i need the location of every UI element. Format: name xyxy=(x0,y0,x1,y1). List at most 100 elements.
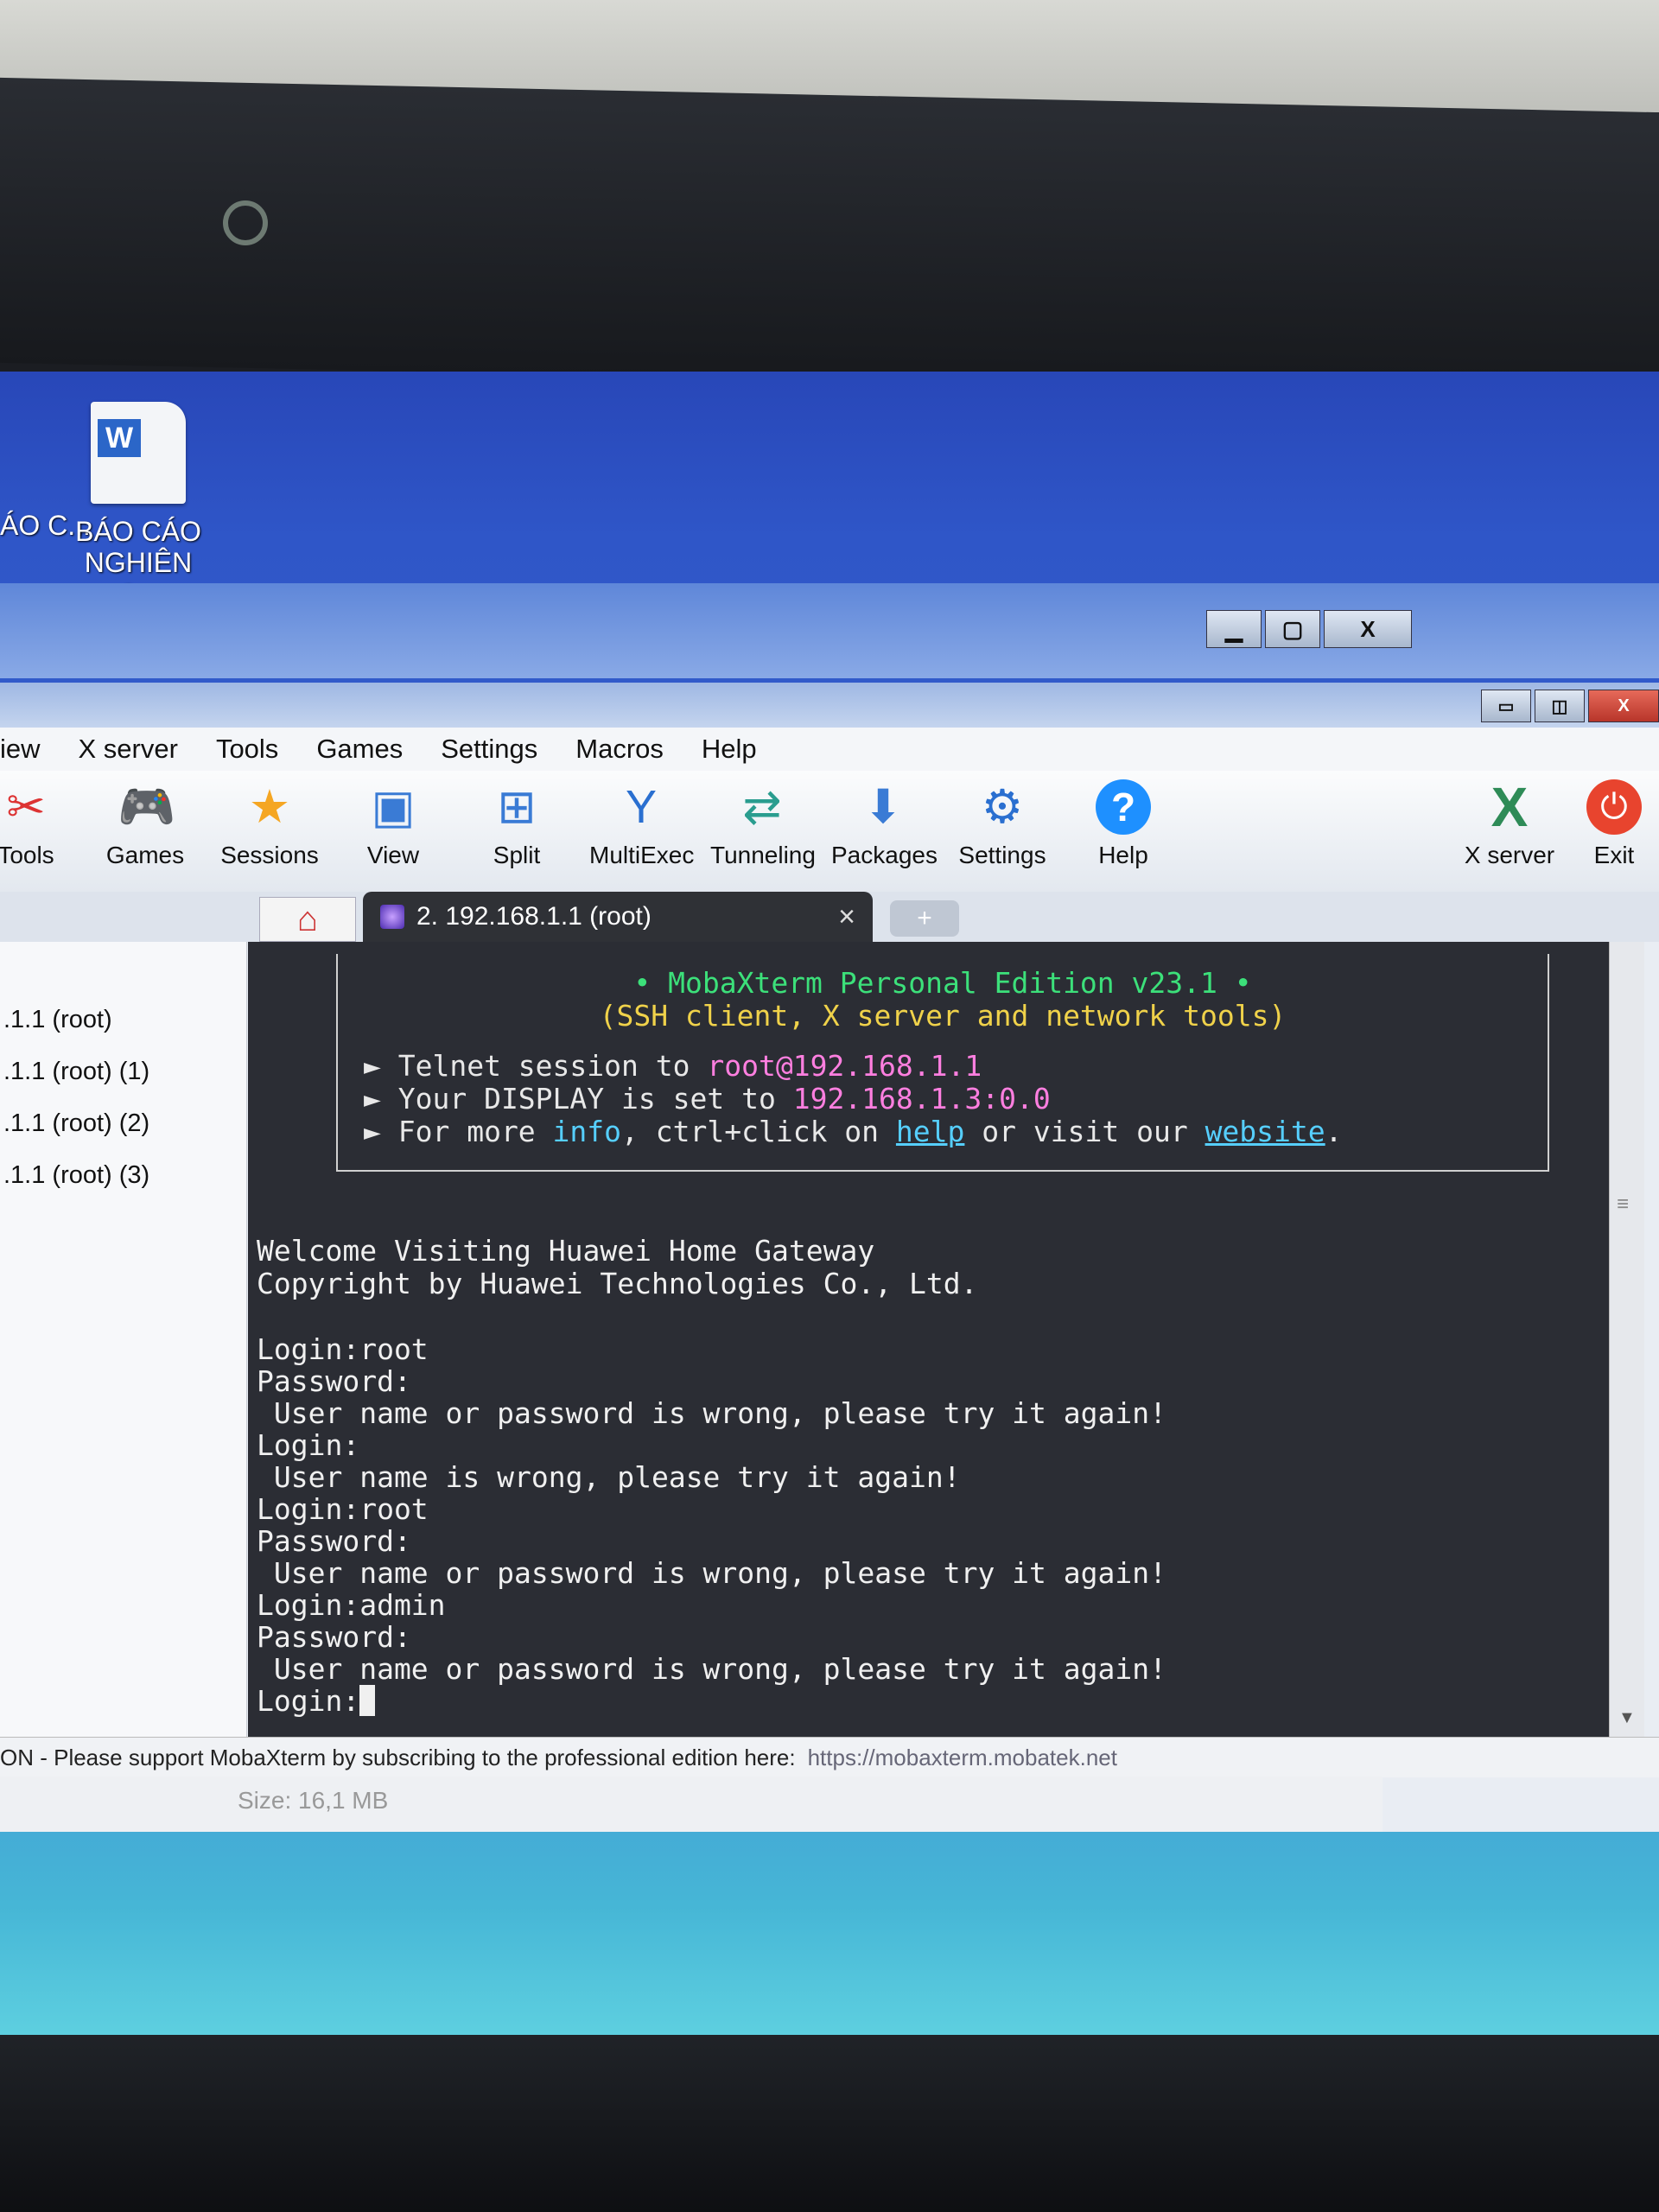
xserver-button[interactable]: X X server xyxy=(1453,771,1566,869)
sessions-sidebar: .1.1 (root) .1.1 (root) (1) .1.1 (root) … xyxy=(0,942,247,1737)
settings-button[interactable]: ⚙ Settings xyxy=(950,771,1054,869)
background-window-status: Size: 16,1 MB xyxy=(0,1777,1382,1832)
packages-icon: ⬇ xyxy=(863,781,903,833)
gear-icon: ⚙ xyxy=(981,781,1024,833)
monitor-bezel-bottom xyxy=(0,2035,1659,2212)
welcome-banner: • MobaXterm Personal Edition v23.1 • (SS… xyxy=(336,954,1549,1172)
session-item[interactable]: .1.1 (root) xyxy=(0,994,246,1046)
tunneling-icon: ⇄ xyxy=(742,781,782,833)
xserver-label: X server xyxy=(1464,842,1555,868)
banner-subtitle: (SSH client, X server and network tools) xyxy=(599,999,1287,1033)
menu-settings[interactable]: Settings xyxy=(422,734,556,765)
menu-macros[interactable]: Macros xyxy=(556,734,683,765)
terminal-line: User name or password is wrong, please t… xyxy=(257,1652,1166,1686)
file-size-text: Size: 16,1 MB xyxy=(238,1787,389,1814)
window-titlebar: ▭ ◫ X xyxy=(0,683,1659,728)
exit-button[interactable]: ⏻ Exit xyxy=(1571,771,1657,869)
sessions-button[interactable]: ★ Sessions xyxy=(218,771,321,869)
close-tab-icon[interactable]: × xyxy=(821,900,873,934)
help-label: Help xyxy=(1098,842,1148,868)
help-button[interactable]: ? Help xyxy=(1071,771,1175,869)
home-tab[interactable]: ⌂ xyxy=(259,897,356,942)
terminal-line: Password: xyxy=(257,1524,411,1558)
split-button[interactable]: ⊞ Split xyxy=(465,771,569,869)
exit-label: Exit xyxy=(1593,842,1635,868)
multiexec-icon: Y xyxy=(625,781,658,833)
tunneling-button[interactable]: ⇄ Tunneling xyxy=(710,771,816,869)
menu-bar: iew X server Tools Games Settings Macros… xyxy=(0,728,1659,771)
games-button[interactable]: 🎮 Games xyxy=(93,771,197,869)
terminal-prompt-line[interactable]: Login: xyxy=(257,1684,376,1718)
terminal-line: Login:admin xyxy=(257,1588,446,1622)
desktop-icon-word-doc[interactable]: W BÁO CÁO NGHIÊN C... xyxy=(60,402,216,609)
tab-bar: ⌂ 2. 192.168.1.1 (root) × + xyxy=(0,892,1659,942)
menu-xserver[interactable]: X server xyxy=(60,734,197,765)
menu-help[interactable]: Help xyxy=(683,734,776,765)
banner-line-session: ► Telnet session to root@192.168.1.1 xyxy=(364,1049,982,1083)
word-document-icon: W xyxy=(91,402,186,504)
terminal-line: User name or password is wrong, please t… xyxy=(257,1556,1166,1590)
session-item[interactable]: .1.1 (root) (2) xyxy=(0,1097,246,1149)
tunneling-label: Tunneling xyxy=(710,842,816,868)
terminal-line: Password: xyxy=(257,1364,411,1398)
menu-view[interactable]: iew xyxy=(0,734,60,765)
status-bar: ON - Please support MobaXterm by subscri… xyxy=(0,1737,1659,1777)
minimize-button[interactable]: ▁ xyxy=(1206,610,1262,648)
settings-label: Settings xyxy=(958,842,1046,868)
main-toolbar: ✂ Tools 🎮 Games ★ Sessions ▣ View ⊞ Spli… xyxy=(0,771,1659,892)
session-icon xyxy=(380,905,404,929)
menu-tools[interactable]: Tools xyxy=(197,734,297,765)
view-label: View xyxy=(366,842,420,868)
terminal-line: Copyright by Huawei Technologies Co., Lt… xyxy=(257,1267,978,1300)
scroll-grip-icon: ≡ xyxy=(1617,1192,1630,1216)
minimize-button[interactable]: ▭ xyxy=(1481,690,1531,722)
session-item[interactable]: .1.1 (root) (3) xyxy=(0,1149,246,1201)
background-window-controls: ▁ ▢ X xyxy=(1206,610,1412,648)
terminal-line: Welcome Visiting Huawei Home Gateway xyxy=(257,1234,875,1268)
terminal-line: Password: xyxy=(257,1620,411,1654)
website-link[interactable]: website xyxy=(1205,1115,1325,1148)
info-link[interactable]: info xyxy=(553,1115,621,1148)
help-link[interactable]: help xyxy=(896,1115,964,1148)
terminal-scrollbar[interactable]: ≡ ▼ xyxy=(1609,942,1644,1737)
new-tab-button[interactable]: + xyxy=(890,900,959,937)
session-item[interactable]: .1.1 (root) (1) xyxy=(0,1046,246,1097)
display-value: 192.168.1.3:0.0 xyxy=(792,1082,1051,1116)
tab-session-192-168-1-1[interactable]: 2. 192.168.1.1 (root) × xyxy=(363,892,873,942)
maximize-button[interactable]: ▢ xyxy=(1265,610,1320,648)
tools-icon: ✂ xyxy=(6,781,46,833)
terminal-area[interactable]: • MobaXterm Personal Edition v23.1 • (SS… xyxy=(248,942,1609,1737)
games-label: Games xyxy=(105,842,185,868)
banner-line-display: ► Your DISPLAY is set to 192.168.1.3:0.0 xyxy=(364,1082,1051,1116)
status-text: ON - Please support MobaXterm by subscri… xyxy=(0,1745,796,1770)
gamepad-icon: 🎮 xyxy=(118,781,176,833)
word-logo-icon: W xyxy=(98,419,141,457)
restore-button[interactable]: ◫ xyxy=(1535,690,1585,722)
close-button[interactable]: X xyxy=(1324,610,1412,648)
packages-button[interactable]: ⬇ Packages xyxy=(831,771,938,869)
banner-title: • MobaXterm Personal Edition v23.1 • xyxy=(633,966,1252,1000)
view-icon: ▣ xyxy=(371,781,416,833)
star-icon: ★ xyxy=(248,781,291,833)
close-button[interactable]: X xyxy=(1588,690,1659,722)
session-host: root@192.168.1.1 xyxy=(707,1049,982,1083)
power-icon: ⏻ xyxy=(1586,779,1642,835)
split-label: Split xyxy=(493,842,541,868)
sessions-label: Sessions xyxy=(220,842,319,868)
text-cursor xyxy=(359,1685,376,1716)
banner-line-info: ► For more info, ctrl+click on help or v… xyxy=(364,1115,1343,1148)
multiexec-label: MultiExec xyxy=(589,842,695,868)
status-url-link[interactable]: https://mobaxterm.mobatek.net xyxy=(808,1745,1117,1770)
tools-button[interactable]: ✂ Tools xyxy=(0,771,78,869)
menu-games[interactable]: Games xyxy=(297,734,422,765)
webcam-icon xyxy=(223,200,268,245)
terminal-line: Login:root xyxy=(257,1332,429,1366)
xserver-icon: X xyxy=(1491,776,1529,838)
multiexec-button[interactable]: Y MultiExec xyxy=(589,771,695,869)
terminal-line: User name is wrong, please try it again! xyxy=(257,1460,961,1494)
terminal-line: User name or password is wrong, please t… xyxy=(257,1396,1166,1430)
mobaxterm-window: ▭ ◫ X iew X server Tools Games Settings … xyxy=(0,683,1659,1832)
scroll-down-icon[interactable]: ▼ xyxy=(1618,1708,1636,1728)
view-button[interactable]: ▣ View xyxy=(341,771,445,869)
tools-label: Tools xyxy=(0,842,54,868)
